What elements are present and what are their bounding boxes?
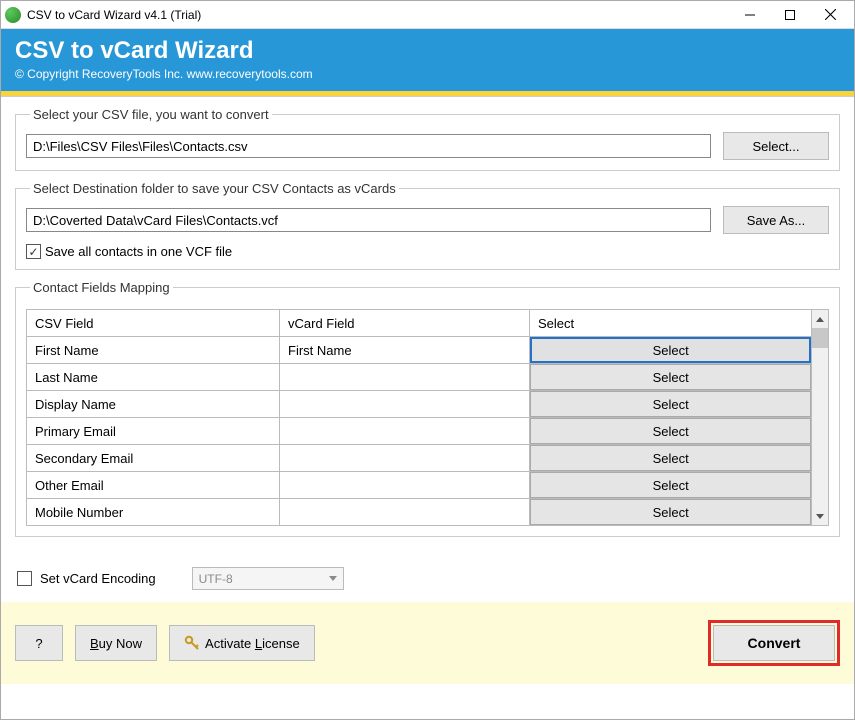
destination-legend: Select Destination folder to save your C… <box>30 181 399 196</box>
vcard-field-cell <box>280 364 530 391</box>
select-cell: Select <box>530 472 812 499</box>
table-row: Mobile Number Select <box>27 499 812 526</box>
save-as-button[interactable]: Save As... <box>723 206 829 234</box>
table-header-row: CSV Field vCard Field Select <box>27 310 812 337</box>
select-mapping-button[interactable]: Select <box>530 337 811 363</box>
csv-field-cell: Display Name <box>27 391 280 418</box>
table-row: Last Name Select <box>27 364 812 391</box>
source-group: Select your CSV file, you want to conver… <box>15 107 840 171</box>
header-banner: CSV to vCard Wizard © Copyright Recovery… <box>1 29 854 91</box>
select-mapping-button[interactable]: Select <box>530 418 811 444</box>
vcard-field-cell <box>280 391 530 418</box>
page-subtitle: © Copyright RecoveryTools Inc. www.recov… <box>15 67 840 81</box>
table-row: Other Email Select <box>27 472 812 499</box>
vcard-field-cell <box>280 472 530 499</box>
header-csv: CSV Field <box>27 310 280 337</box>
csv-field-cell: First Name <box>27 337 280 364</box>
select-cell: Select <box>530 391 812 418</box>
destination-path-input[interactable] <box>26 208 711 232</box>
encoding-checkbox[interactable] <box>17 571 32 586</box>
minimize-button[interactable] <box>730 1 770 29</box>
vcard-field-cell <box>280 445 530 472</box>
select-cell: Select <box>530 499 812 526</box>
page-title: CSV to vCard Wizard <box>15 37 840 65</box>
select-mapping-button[interactable]: Select <box>530 499 811 525</box>
select-file-button[interactable]: Select... <box>723 132 829 160</box>
key-icon <box>184 635 200 651</box>
header-select: Select <box>530 310 812 337</box>
vcard-field-cell <box>280 418 530 445</box>
table-row: Display Name Select <box>27 391 812 418</box>
csv-field-cell: Other Email <box>27 472 280 499</box>
select-cell: Select <box>530 364 812 391</box>
save-all-label: Save all contacts in one VCF file <box>45 244 232 259</box>
select-mapping-button[interactable]: Select <box>530 391 811 417</box>
titlebar: CSV to vCard Wizard v4.1 (Trial) <box>1 1 854 29</box>
window-controls <box>730 1 850 29</box>
close-button[interactable] <box>810 1 850 29</box>
mapping-table: CSV Field vCard Field Select First NameF… <box>26 309 812 526</box>
scroll-thumb[interactable] <box>812 328 828 348</box>
maximize-button[interactable] <box>770 1 810 29</box>
encoding-value: UTF-8 <box>199 572 233 586</box>
select-cell: Select <box>530 337 812 364</box>
csv-field-cell: Primary Email <box>27 418 280 445</box>
window-title: CSV to vCard Wizard v4.1 (Trial) <box>27 8 201 22</box>
source-legend: Select your CSV file, you want to conver… <box>30 107 272 122</box>
table-row: Primary Email Select <box>27 418 812 445</box>
select-mapping-button[interactable]: Select <box>530 472 811 498</box>
table-scrollbar[interactable] <box>812 309 829 526</box>
csv-field-cell: Mobile Number <box>27 499 280 526</box>
buy-now-button[interactable]: Buy Now <box>75 625 157 661</box>
select-cell: Select <box>530 418 812 445</box>
convert-highlight: Convert <box>708 620 840 666</box>
mapping-legend: Contact Fields Mapping <box>30 280 173 295</box>
save-all-checkbox[interactable] <box>26 244 41 259</box>
chevron-down-icon <box>329 576 337 581</box>
select-mapping-button[interactable]: Select <box>530 364 811 390</box>
encoding-dropdown[interactable]: UTF-8 <box>192 567 344 590</box>
activate-license-button[interactable]: Activate License <box>169 625 315 661</box>
header-vcard: vCard Field <box>280 310 530 337</box>
source-path-input[interactable] <box>26 134 711 158</box>
select-mapping-button[interactable]: Select <box>530 445 811 471</box>
select-cell: Select <box>530 445 812 472</box>
help-button[interactable]: ? <box>15 625 63 661</box>
table-row: First NameFirst NameSelect <box>27 337 812 364</box>
table-row: Secondary Email Select <box>27 445 812 472</box>
csv-field-cell: Secondary Email <box>27 445 280 472</box>
scroll-up-icon[interactable] <box>812 310 828 328</box>
convert-button[interactable]: Convert <box>713 625 835 661</box>
destination-group: Select Destination folder to save your C… <box>15 181 840 270</box>
encoding-label: Set vCard Encoding <box>40 571 156 586</box>
vcard-field-cell <box>280 499 530 526</box>
bottom-bar: ? Buy Now Activate License Convert <box>1 602 854 684</box>
vcard-field-cell: First Name <box>280 337 530 364</box>
csv-field-cell: Last Name <box>27 364 280 391</box>
scroll-down-icon[interactable] <box>812 507 828 525</box>
mapping-group: Contact Fields Mapping CSV Field vCard F… <box>15 280 840 537</box>
app-icon <box>5 7 21 23</box>
